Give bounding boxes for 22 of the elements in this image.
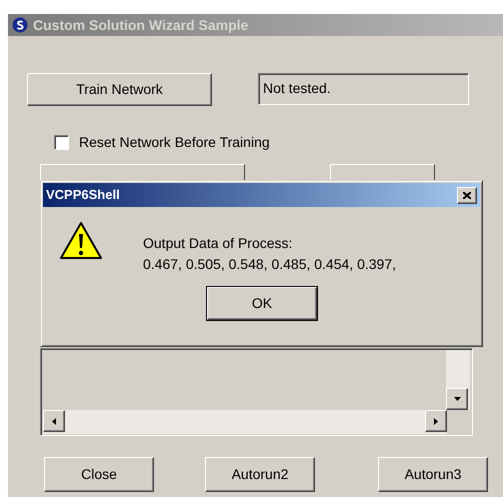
checkbox[interactable] xyxy=(54,135,69,150)
dialog-title: VCPP6Shell xyxy=(46,186,120,204)
horizontal-scrollbar[interactable] xyxy=(43,410,447,434)
dialog-button[interactable]: Close xyxy=(44,457,154,492)
ok-button[interactable]: OK xyxy=(207,287,317,320)
scroll-left-button[interactable] xyxy=(43,410,65,432)
right-arrow-icon xyxy=(434,418,438,424)
message-text: 0.467, 0.505, 0.548, 0.485, 0.454, 0.397, xyxy=(143,255,396,274)
dialog-button[interactable]: Autorun2 xyxy=(205,457,315,492)
window-title: Custom Solution Wizard Sample xyxy=(33,16,248,35)
scroll-down-button[interactable] xyxy=(446,388,468,410)
close-icon[interactable] xyxy=(457,186,477,204)
checkbox-label: Reset Network Before Training xyxy=(79,133,270,152)
train-network-button[interactable]: Train Network xyxy=(27,73,212,106)
status-field: Not tested. xyxy=(258,73,469,105)
message-text: Output Data of Process: xyxy=(143,234,294,253)
dialog-button[interactable]: Autorun3 xyxy=(378,457,488,492)
left-arrow-icon xyxy=(52,418,56,424)
vertical-scrollbar[interactable] xyxy=(446,350,470,410)
scroll-right-button[interactable] xyxy=(425,410,447,432)
down-arrow-icon xyxy=(454,397,460,401)
app-icon xyxy=(12,17,28,33)
